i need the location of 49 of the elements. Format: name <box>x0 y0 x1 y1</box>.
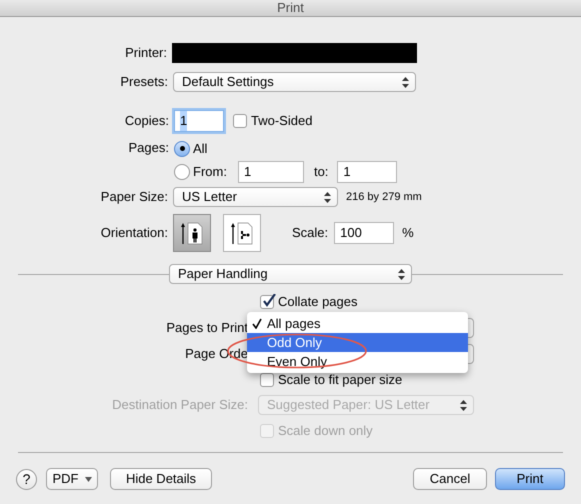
stepper-arrows-icon <box>324 192 331 202</box>
field-label: Presets: <box>120 73 168 92</box>
input-field[interactable]: 100 <box>334 222 394 244</box>
portrait-page-icon <box>179 220 205 246</box>
checkbox-label: Scale down only <box>278 422 373 440</box>
orientation-button[interactable] <box>223 214 261 252</box>
checkbox[interactable] <box>233 114 247 128</box>
presets-popup[interactable]: Default Settings <box>173 72 416 92</box>
help-button[interactable]: ? <box>16 468 37 490</box>
input-field[interactable]: 1 <box>174 110 224 132</box>
checkbox-label: Scale to fit paper size <box>278 371 402 390</box>
field-label: to: <box>314 162 328 181</box>
window-title: Print <box>277 0 304 18</box>
field-label: Scale: <box>292 224 328 242</box>
unit-label: % <box>402 224 414 242</box>
radio-button[interactable] <box>174 140 190 156</box>
field-label: Pages to Print <box>166 319 248 338</box>
menu-item[interactable]: Even Only <box>247 352 468 371</box>
field-label: Pages: <box>128 138 169 157</box>
field-label: Orientation: <box>100 224 168 242</box>
stepper-arrows-icon <box>398 268 405 280</box>
paper-size-popup[interactable]: US Letter <box>173 187 338 207</box>
orientation-button[interactable] <box>173 214 211 252</box>
checkbox-label: Collate pages <box>278 293 358 312</box>
landscape-page-icon <box>229 220 255 246</box>
field-label: Copies: <box>124 112 169 130</box>
section-popup[interactable]: Paper Handling <box>169 264 412 284</box>
input-field[interactable]: 1 <box>238 160 304 182</box>
field-label: Printer: <box>125 44 167 62</box>
menu-item[interactable]: Odd Only <box>247 333 468 352</box>
hide-details-button[interactable]: Hide Details <box>110 468 212 490</box>
checkbox[interactable] <box>260 373 274 387</box>
field-label: Paper Size: <box>100 188 168 206</box>
radio-button[interactable] <box>174 164 190 180</box>
menu-item[interactable]: All pages <box>247 314 468 333</box>
checkbox[interactable] <box>260 295 274 309</box>
stepper-arrows-icon <box>402 76 409 88</box>
cancel-button[interactable]: Cancel <box>413 468 487 490</box>
radio-label: All <box>193 140 208 158</box>
input-field[interactable]: 1 <box>337 160 398 182</box>
checkmark-icon <box>252 318 262 329</box>
pdf-menu-button[interactable]: PDF <box>46 468 98 490</box>
paper-dimensions: 216 by 279 mm <box>346 190 422 205</box>
stepper-arrows-icon <box>460 400 467 410</box>
radio-label: From: <box>193 162 227 181</box>
print-button[interactable]: Print <box>495 468 565 490</box>
checkbox-label: Two-Sided <box>251 112 312 130</box>
field-label: Destination Paper Size: <box>112 396 248 414</box>
caret-icon <box>84 476 92 482</box>
